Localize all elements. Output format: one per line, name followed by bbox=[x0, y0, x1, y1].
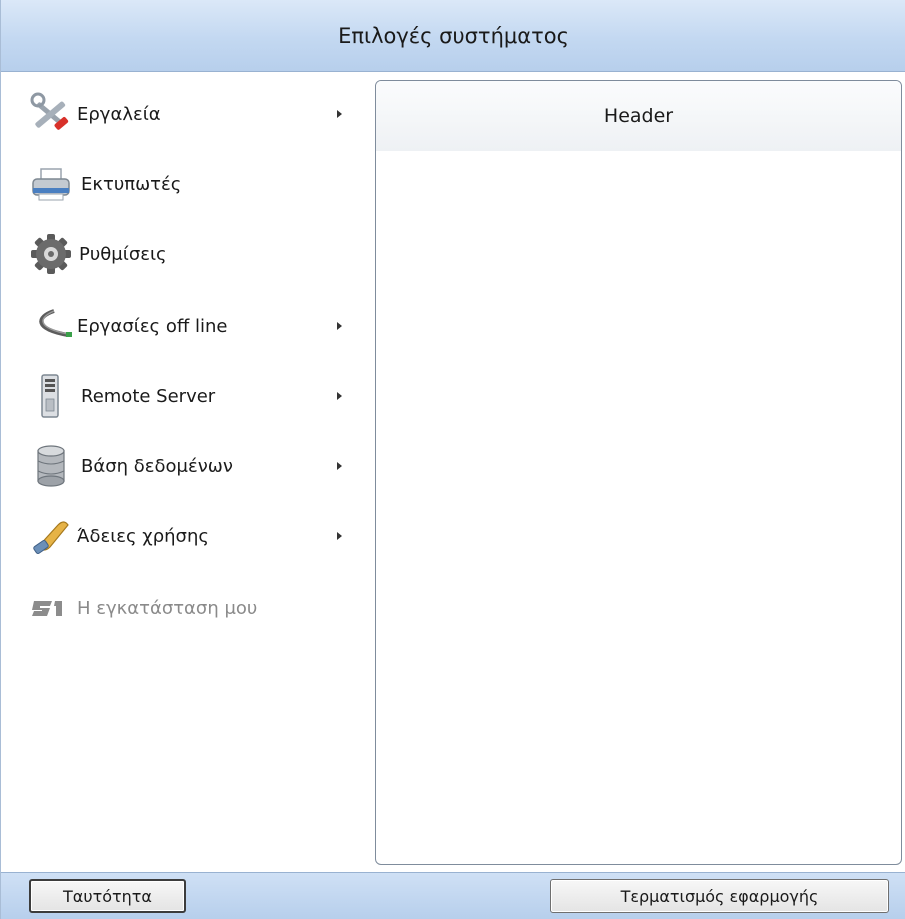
s1-logo-icon bbox=[27, 584, 75, 632]
menu-item-label: Εργαλεία bbox=[77, 103, 161, 125]
title-bar: Επιλογές συστήματος bbox=[1, 0, 905, 72]
identity-button[interactable]: Ταυτότητα bbox=[29, 879, 186, 913]
submenu-arrow-icon bbox=[337, 392, 342, 400]
submenu-arrow-icon bbox=[337, 532, 342, 540]
menu-item-remote-server[interactable]: Remote Server bbox=[1, 366, 363, 426]
menu-item-label: Άδειες χρήσης bbox=[77, 525, 209, 547]
submenu-arrow-icon bbox=[337, 462, 342, 470]
panel-header: Header bbox=[376, 81, 901, 151]
menu-item-label: Βάση δεδομένων bbox=[81, 455, 233, 477]
window-title: Επιλογές συστήματος bbox=[338, 23, 569, 48]
footer-bar: Ταυτότητα Τερματισμός εφαρμογής bbox=[1, 872, 905, 919]
menu-item-database[interactable]: Βάση δεδομένων bbox=[1, 436, 363, 496]
menu-item-offline-tasks[interactable]: Εργασίες off line bbox=[1, 296, 363, 356]
menu-item-label: Ρυθμίσεις bbox=[79, 243, 167, 265]
submenu-arrow-icon bbox=[337, 322, 342, 330]
gear-icon bbox=[27, 230, 75, 278]
exit-application-button[interactable]: Τερματισμός εφαρμογής bbox=[550, 879, 889, 913]
menu-item-label: Εργασίες off line bbox=[77, 315, 228, 337]
menu-item-settings[interactable]: Ρυθμίσεις bbox=[1, 224, 363, 284]
printer-icon bbox=[27, 160, 75, 208]
menu-item-printers[interactable]: Εκτυπωτές bbox=[1, 154, 363, 214]
server-icon bbox=[27, 372, 75, 420]
details-panel: Header bbox=[375, 80, 902, 865]
options-menu: Εργαλεία Εκτυπωτές Ρυθμίσεις Εργασίες of… bbox=[1, 72, 373, 867]
system-options-window: Επιλογές συστήματος Εργαλεία Εκτυπωτές Ρ… bbox=[0, 0, 905, 919]
cable-icon bbox=[27, 302, 75, 350]
menu-item-my-installation[interactable]: Η εγκατάσταση μου bbox=[1, 578, 363, 638]
menu-item-tools[interactable]: Εργαλεία bbox=[1, 84, 363, 144]
tools-icon bbox=[27, 90, 75, 138]
database-icon bbox=[27, 442, 75, 490]
menu-item-label: Remote Server bbox=[81, 385, 216, 407]
menu-item-label: Εκτυπωτές bbox=[81, 173, 182, 195]
menu-item-licenses[interactable]: Άδειες χρήσης bbox=[1, 506, 363, 566]
license-icon bbox=[27, 512, 75, 560]
submenu-arrow-icon bbox=[337, 110, 342, 118]
menu-item-label: Η εγκατάσταση μου bbox=[77, 597, 258, 619]
